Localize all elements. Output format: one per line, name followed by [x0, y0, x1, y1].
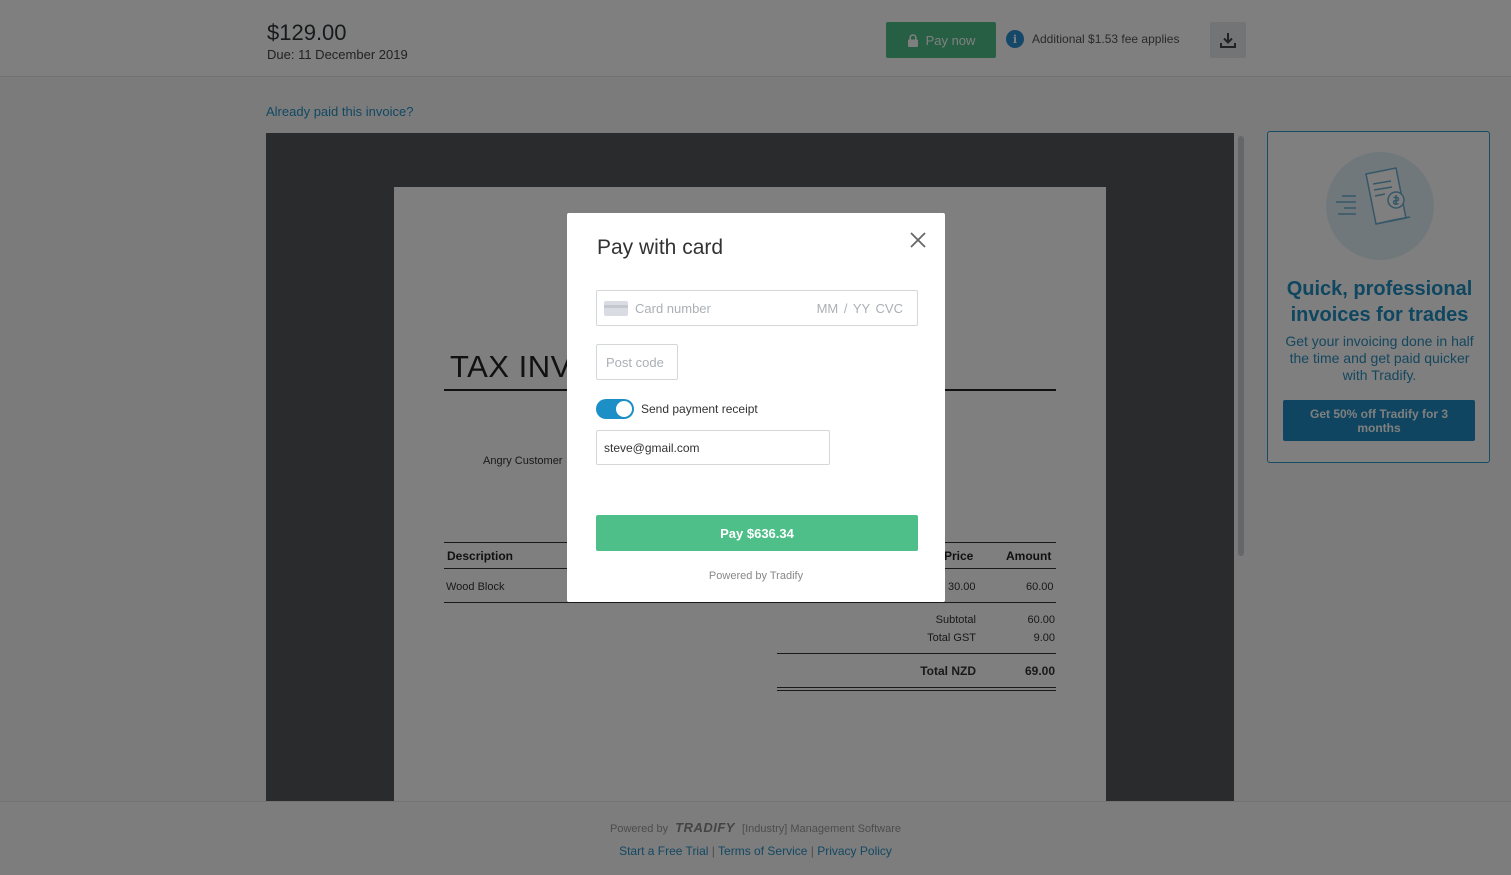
close-button[interactable] — [907, 229, 929, 251]
dialog-powered-by: Powered by Tradify — [708, 570, 804, 582]
receipt-email-input[interactable] — [596, 430, 830, 465]
card-expiry-cvc-placeholder: MM / YY CVC — [816, 301, 903, 316]
dialog-title: Pay with card — [597, 236, 724, 259]
credit-card-icon — [604, 301, 628, 316]
send-receipt-toggle[interactable] — [596, 399, 634, 419]
toggle-knob — [616, 401, 632, 417]
card-details-input[interactable]: Card number MM / YY CVC — [596, 290, 918, 326]
close-icon — [910, 232, 926, 248]
send-receipt-label: Send payment receipt — [641, 402, 758, 416]
pay-button[interactable]: Pay $636.34 — [596, 515, 918, 551]
pay-with-card-dialog: Pay with card Card number MM / YY CVC Se… — [567, 213, 945, 602]
card-number-placeholder: Card number — [635, 301, 711, 316]
postcode-input[interactable] — [596, 344, 678, 380]
